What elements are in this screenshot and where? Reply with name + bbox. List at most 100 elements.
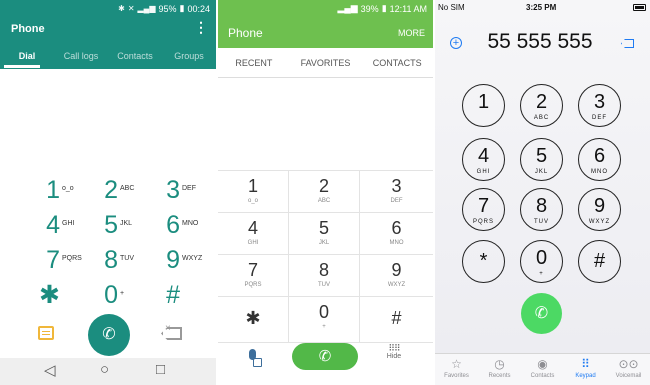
key-4[interactable]: 4 GHI xyxy=(30,207,90,243)
key-6[interactable]: 6 MNO xyxy=(578,138,621,181)
key-hash[interactable]: # xyxy=(150,277,210,313)
key-digit: 6 xyxy=(391,218,402,238)
lg-dialer-panel: ✱ ✕ ▂▄▆ 95% ▮ 00:24 Phone ⋮ Dial Call lo… xyxy=(0,0,216,385)
key-letters: JKL xyxy=(318,240,330,246)
tab-contacts[interactable]: Contacts xyxy=(108,46,162,69)
keypad-icon: ⠿ xyxy=(581,357,590,371)
key-0[interactable]: 0 + xyxy=(289,297,360,343)
key-letters: MNO xyxy=(591,169,608,175)
key-2[interactable]: 2 ABC xyxy=(289,171,360,213)
key-7[interactable]: 7 PQRS xyxy=(30,242,90,278)
key-digit: 5 xyxy=(318,218,329,238)
key-1[interactable]: 1 ᴏ_ᴏ xyxy=(30,172,90,208)
key-5[interactable]: 5 JKL xyxy=(88,207,148,243)
key-letters: + xyxy=(120,290,125,297)
keypad-dots-icon: ⠿⠿ xyxy=(388,343,400,353)
key-8[interactable]: 8 TUV xyxy=(289,255,360,297)
key-digit: # xyxy=(166,281,180,309)
tab-keypad[interactable]: ⠿ Keypad xyxy=(564,354,607,385)
samsung-dialer-panel: ▂▄▆ 39% ▮ 12:11 AM Phone MORE RECENT FAV… xyxy=(218,0,433,385)
key-digit: 9 xyxy=(166,246,180,274)
tab-label: Favorites xyxy=(444,373,469,379)
samsung-action-row: ✆ ⠿⠿ Hide xyxy=(218,342,433,385)
tab-groups[interactable]: Groups xyxy=(162,46,216,69)
key-3[interactable]: 3 DEF xyxy=(150,172,210,208)
key-2[interactable]: 2 ABC xyxy=(88,172,148,208)
key-2[interactable]: 2 ABC xyxy=(520,84,563,127)
key-letters: DEF xyxy=(390,198,403,204)
key-letters: TUV xyxy=(318,282,330,288)
tab-favorites[interactable]: FAVORITES xyxy=(290,48,362,77)
key-9[interactable]: 9 WXYZ xyxy=(150,242,210,278)
key-7[interactable]: 7 PQRS xyxy=(218,255,289,297)
key-4[interactable]: 4 GHI xyxy=(218,213,289,255)
key-5[interactable]: 5 JKL xyxy=(289,213,360,255)
key-digit: 0 xyxy=(318,302,329,322)
overflow-menu-icon[interactable]: ⋮ xyxy=(194,19,208,36)
key-digit: 6 xyxy=(593,145,606,167)
tab-favorites[interactable]: ☆ Favorites xyxy=(435,354,478,385)
key-digit: 3 xyxy=(391,176,402,196)
key-0[interactable]: 0 + xyxy=(520,240,563,283)
home-icon[interactable]: ○ xyxy=(100,361,109,378)
key-5[interactable]: 5 JKL xyxy=(520,138,563,181)
key-8[interactable]: 8 TUV xyxy=(88,242,148,278)
back-icon[interactable]: ◁ xyxy=(44,361,56,379)
ios-tab-bar: ☆ Favorites ◷ Recents ◉ Contacts ⠿ Keypad ⊙⊙… xyxy=(435,353,650,385)
signal-icon: ▂▄▆ xyxy=(137,4,156,13)
samsung-app-header: ▂▄▆ 39% ▮ 12:11 AM Phone MORE xyxy=(218,0,433,48)
key-digit: 0 xyxy=(104,281,118,309)
key-digit: 2 xyxy=(104,176,118,204)
key-3[interactable]: 3 DEF xyxy=(578,84,621,127)
key-digit: 5 xyxy=(535,145,548,167)
key-letters: WXYZ xyxy=(588,219,611,225)
tab-recent[interactable]: RECENT xyxy=(218,48,290,77)
key-digit: # xyxy=(391,308,402,328)
voicemail-icon: ᴏ_ᴏ xyxy=(62,185,74,192)
tab-contacts[interactable]: CONTACTS xyxy=(361,48,433,77)
key-hash[interactable]: # xyxy=(360,297,433,343)
android-nav-bar: ◁ ○ □ xyxy=(0,358,216,385)
battery-icon: ▮ xyxy=(381,3,387,13)
ios-dialer-panel: No SIM 3:25 PM + 55 555 555 1 2 ABC 3 DEF … xyxy=(435,0,650,385)
call-button[interactable]: ✆ xyxy=(88,314,130,356)
key-1[interactable]: 1 xyxy=(462,84,505,127)
key-6[interactable]: 6 MNO xyxy=(150,207,210,243)
more-button[interactable]: MORE xyxy=(398,28,425,38)
key-letters: ABC xyxy=(120,185,135,192)
backspace-icon[interactable] xyxy=(621,39,634,48)
call-button[interactable]: ✆ xyxy=(521,293,562,334)
tab-recents[interactable]: ◷ Recents xyxy=(478,354,521,385)
key-0[interactable]: 0 + xyxy=(88,277,148,313)
key-9[interactable]: 9 WXYZ xyxy=(578,188,621,231)
key-8[interactable]: 8 TUV xyxy=(520,188,563,231)
key-digit: 2 xyxy=(318,176,329,196)
hide-keypad-button[interactable]: ⠿⠿ Hide xyxy=(386,343,402,361)
video-call-icon[interactable] xyxy=(247,349,262,371)
phone-icon: ✆ xyxy=(318,348,332,365)
key-star[interactable]: * xyxy=(462,240,505,283)
key-9[interactable]: 9 WXYZ xyxy=(360,255,433,297)
tab-call-logs[interactable]: Call logs xyxy=(54,46,108,69)
key-star[interactable]: ✱ xyxy=(218,297,289,343)
key-letters: PQRS xyxy=(62,255,82,262)
key-6[interactable]: 6 MNO xyxy=(360,213,433,255)
recents-icon[interactable]: □ xyxy=(156,361,165,378)
key-letters: TUV xyxy=(534,219,549,225)
tab-contacts[interactable]: ◉ Contacts xyxy=(521,354,564,385)
voicemail-icon: ᴏ_ᴏ xyxy=(247,198,258,204)
key-4[interactable]: 4 GHI xyxy=(462,138,505,181)
message-icon[interactable] xyxy=(38,326,54,340)
key-digit: 4 xyxy=(477,145,490,167)
call-button[interactable]: ✆ xyxy=(292,343,358,370)
key-1[interactable]: 1 ᴏ_ᴏ xyxy=(218,171,289,213)
key-3[interactable]: 3 DEF xyxy=(360,171,433,213)
key-7[interactable]: 7 PQRS xyxy=(462,188,505,231)
add-contact-icon[interactable]: + xyxy=(450,37,462,49)
key-digit: 7 xyxy=(247,260,258,280)
tab-voicemail[interactable]: ⊙⊙ Voicemail xyxy=(607,354,650,385)
key-letters: MNO xyxy=(389,240,404,246)
key-star[interactable]: ✱ xyxy=(30,277,90,313)
key-hash[interactable]: # xyxy=(578,240,621,283)
lg-status-bar: ✱ ✕ ▂▄▆ 95% ▮ 00:24 xyxy=(118,3,210,14)
